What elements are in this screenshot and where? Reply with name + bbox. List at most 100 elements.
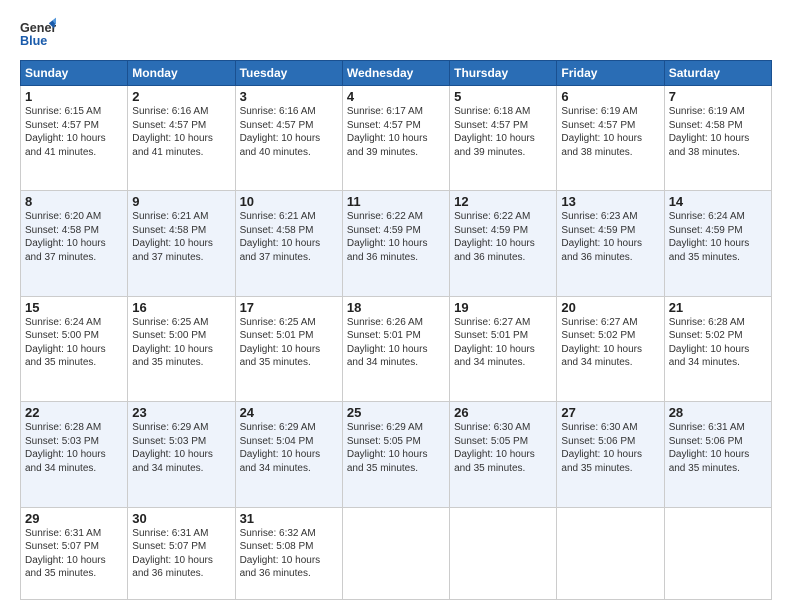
calendar-day-cell: 17Sunrise: 6:25 AMSunset: 5:01 PMDayligh… — [235, 296, 342, 401]
day-info: Sunrise: 6:16 AMSunset: 4:57 PMDaylight:… — [132, 105, 230, 159]
day-number: 14 — [669, 194, 767, 209]
calendar-day-cell: 28Sunrise: 6:31 AMSunset: 5:06 PMDayligh… — [664, 402, 771, 507]
day-info: Sunrise: 6:31 AMSunset: 5:07 PMDaylight:… — [132, 527, 230, 581]
calendar-day-cell: 2Sunrise: 6:16 AMSunset: 4:57 PMDaylight… — [128, 86, 235, 191]
day-number: 1 — [25, 89, 123, 104]
calendar-week-row: 22Sunrise: 6:28 AMSunset: 5:03 PMDayligh… — [21, 402, 772, 507]
day-number: 25 — [347, 405, 445, 420]
calendar-day-cell: 1Sunrise: 6:15 AMSunset: 4:57 PMDaylight… — [21, 86, 128, 191]
day-info: Sunrise: 6:30 AMSunset: 5:05 PMDaylight:… — [454, 421, 552, 475]
calendar-day-cell — [342, 507, 449, 599]
day-number: 27 — [561, 405, 659, 420]
calendar-day-cell: 26Sunrise: 6:30 AMSunset: 5:05 PMDayligh… — [450, 402, 557, 507]
day-info: Sunrise: 6:26 AMSunset: 5:01 PMDaylight:… — [347, 316, 445, 370]
calendar-week-row: 15Sunrise: 6:24 AMSunset: 5:00 PMDayligh… — [21, 296, 772, 401]
calendar-day-cell: 19Sunrise: 6:27 AMSunset: 5:01 PMDayligh… — [450, 296, 557, 401]
svg-text:Blue: Blue — [20, 34, 47, 48]
weekday-header: Wednesday — [342, 61, 449, 86]
calendar-day-cell: 10Sunrise: 6:21 AMSunset: 4:58 PMDayligh… — [235, 191, 342, 296]
day-number: 26 — [454, 405, 552, 420]
calendar-day-cell: 3Sunrise: 6:16 AMSunset: 4:57 PMDaylight… — [235, 86, 342, 191]
day-number: 7 — [669, 89, 767, 104]
generalblue-logo-icon: General Blue — [20, 16, 56, 52]
day-info: Sunrise: 6:19 AMSunset: 4:58 PMDaylight:… — [669, 105, 767, 159]
day-number: 4 — [347, 89, 445, 104]
calendar-day-cell: 12Sunrise: 6:22 AMSunset: 4:59 PMDayligh… — [450, 191, 557, 296]
day-number: 20 — [561, 300, 659, 315]
day-info: Sunrise: 6:31 AMSunset: 5:06 PMDaylight:… — [669, 421, 767, 475]
day-number: 9 — [132, 194, 230, 209]
day-info: Sunrise: 6:31 AMSunset: 5:07 PMDaylight:… — [25, 527, 123, 581]
day-info: Sunrise: 6:25 AMSunset: 5:00 PMDaylight:… — [132, 316, 230, 370]
calendar-day-cell: 25Sunrise: 6:29 AMSunset: 5:05 PMDayligh… — [342, 402, 449, 507]
day-info: Sunrise: 6:15 AMSunset: 4:57 PMDaylight:… — [25, 105, 123, 159]
day-number: 11 — [347, 194, 445, 209]
calendar-day-cell: 20Sunrise: 6:27 AMSunset: 5:02 PMDayligh… — [557, 296, 664, 401]
day-info: Sunrise: 6:25 AMSunset: 5:01 PMDaylight:… — [240, 316, 338, 370]
calendar-day-cell: 5Sunrise: 6:18 AMSunset: 4:57 PMDaylight… — [450, 86, 557, 191]
calendar-day-cell: 27Sunrise: 6:30 AMSunset: 5:06 PMDayligh… — [557, 402, 664, 507]
day-number: 6 — [561, 89, 659, 104]
day-info: Sunrise: 6:16 AMSunset: 4:57 PMDaylight:… — [240, 105, 338, 159]
day-info: Sunrise: 6:27 AMSunset: 5:01 PMDaylight:… — [454, 316, 552, 370]
day-info: Sunrise: 6:19 AMSunset: 4:57 PMDaylight:… — [561, 105, 659, 159]
day-number: 21 — [669, 300, 767, 315]
day-number: 31 — [240, 511, 338, 526]
calendar-day-cell — [450, 507, 557, 599]
day-number: 2 — [132, 89, 230, 104]
calendar-table: SundayMondayTuesdayWednesdayThursdayFrid… — [20, 60, 772, 600]
day-info: Sunrise: 6:27 AMSunset: 5:02 PMDaylight:… — [561, 316, 659, 370]
calendar-day-cell: 30Sunrise: 6:31 AMSunset: 5:07 PMDayligh… — [128, 507, 235, 599]
day-number: 16 — [132, 300, 230, 315]
logo: General Blue — [20, 16, 56, 52]
day-info: Sunrise: 6:21 AMSunset: 4:58 PMDaylight:… — [132, 210, 230, 264]
day-info: Sunrise: 6:29 AMSunset: 5:05 PMDaylight:… — [347, 421, 445, 475]
day-info: Sunrise: 6:21 AMSunset: 4:58 PMDaylight:… — [240, 210, 338, 264]
day-info: Sunrise: 6:29 AMSunset: 5:04 PMDaylight:… — [240, 421, 338, 475]
calendar-day-cell — [557, 507, 664, 599]
day-info: Sunrise: 6:29 AMSunset: 5:03 PMDaylight:… — [132, 421, 230, 475]
day-info: Sunrise: 6:17 AMSunset: 4:57 PMDaylight:… — [347, 105, 445, 159]
day-number: 24 — [240, 405, 338, 420]
day-number: 13 — [561, 194, 659, 209]
calendar-day-cell: 18Sunrise: 6:26 AMSunset: 5:01 PMDayligh… — [342, 296, 449, 401]
day-number: 10 — [240, 194, 338, 209]
calendar-day-cell — [664, 507, 771, 599]
calendar-day-cell: 8Sunrise: 6:20 AMSunset: 4:58 PMDaylight… — [21, 191, 128, 296]
day-info: Sunrise: 6:28 AMSunset: 5:02 PMDaylight:… — [669, 316, 767, 370]
day-number: 12 — [454, 194, 552, 209]
day-number: 29 — [25, 511, 123, 526]
day-info: Sunrise: 6:32 AMSunset: 5:08 PMDaylight:… — [240, 527, 338, 581]
day-info: Sunrise: 6:28 AMSunset: 5:03 PMDaylight:… — [25, 421, 123, 475]
day-info: Sunrise: 6:24 AMSunset: 5:00 PMDaylight:… — [25, 316, 123, 370]
calendar-day-cell: 15Sunrise: 6:24 AMSunset: 5:00 PMDayligh… — [21, 296, 128, 401]
calendar-day-cell: 23Sunrise: 6:29 AMSunset: 5:03 PMDayligh… — [128, 402, 235, 507]
header: General Blue — [20, 16, 772, 52]
calendar-day-cell: 22Sunrise: 6:28 AMSunset: 5:03 PMDayligh… — [21, 402, 128, 507]
day-info: Sunrise: 6:18 AMSunset: 4:57 PMDaylight:… — [454, 105, 552, 159]
calendar-day-cell: 9Sunrise: 6:21 AMSunset: 4:58 PMDaylight… — [128, 191, 235, 296]
calendar-day-cell: 4Sunrise: 6:17 AMSunset: 4:57 PMDaylight… — [342, 86, 449, 191]
day-number: 15 — [25, 300, 123, 315]
day-number: 28 — [669, 405, 767, 420]
day-info: Sunrise: 6:23 AMSunset: 4:59 PMDaylight:… — [561, 210, 659, 264]
day-info: Sunrise: 6:30 AMSunset: 5:06 PMDaylight:… — [561, 421, 659, 475]
day-number: 5 — [454, 89, 552, 104]
calendar-day-cell: 29Sunrise: 6:31 AMSunset: 5:07 PMDayligh… — [21, 507, 128, 599]
calendar-week-row: 1Sunrise: 6:15 AMSunset: 4:57 PMDaylight… — [21, 86, 772, 191]
day-number: 3 — [240, 89, 338, 104]
day-number: 22 — [25, 405, 123, 420]
calendar-week-row: 8Sunrise: 6:20 AMSunset: 4:58 PMDaylight… — [21, 191, 772, 296]
weekday-header: Monday — [128, 61, 235, 86]
day-number: 18 — [347, 300, 445, 315]
calendar-day-cell: 16Sunrise: 6:25 AMSunset: 5:00 PMDayligh… — [128, 296, 235, 401]
calendar-day-cell: 21Sunrise: 6:28 AMSunset: 5:02 PMDayligh… — [664, 296, 771, 401]
day-info: Sunrise: 6:22 AMSunset: 4:59 PMDaylight:… — [347, 210, 445, 264]
weekday-header: Tuesday — [235, 61, 342, 86]
page: General Blue SundayMondayTuesdayWednesda… — [0, 0, 792, 612]
day-number: 19 — [454, 300, 552, 315]
calendar-day-cell: 11Sunrise: 6:22 AMSunset: 4:59 PMDayligh… — [342, 191, 449, 296]
weekday-header: Sunday — [21, 61, 128, 86]
calendar-day-cell: 24Sunrise: 6:29 AMSunset: 5:04 PMDayligh… — [235, 402, 342, 507]
day-number: 23 — [132, 405, 230, 420]
